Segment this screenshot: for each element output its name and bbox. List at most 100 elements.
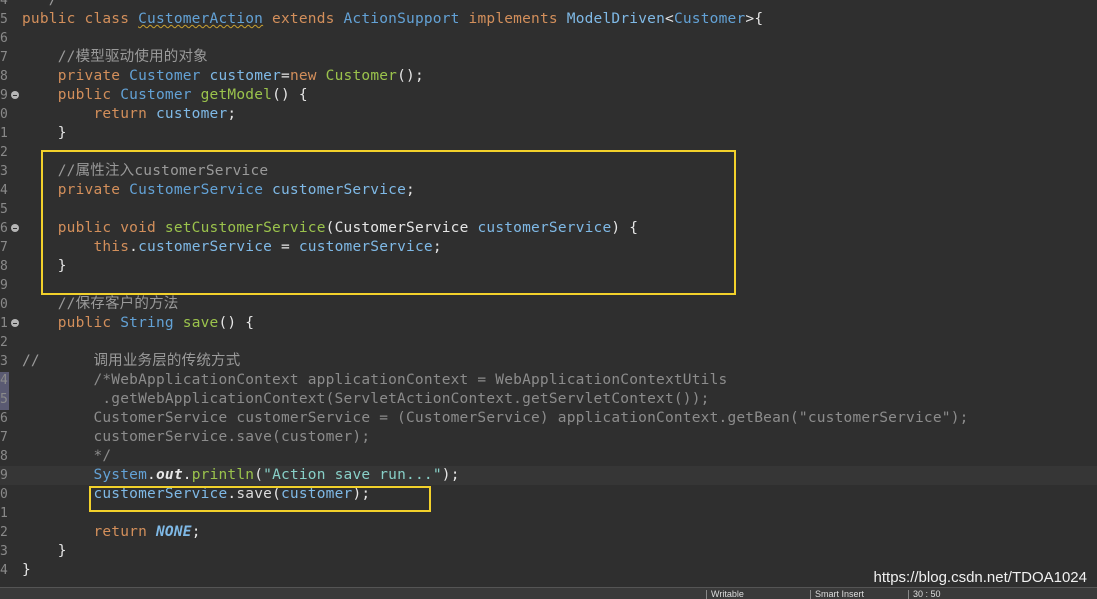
code-token: . [182,467,192,483]
code-line[interactable]: 4 /*WebApplicationContext applicationCon… [0,371,1097,390]
highlight-box-property-injection [41,150,736,295]
line-number: 8 [0,259,8,274]
line-number: 9 [0,468,8,483]
line-number: 2 [0,145,8,160]
code-line[interactable]: 7 //模型驱动使用的对象 [0,48,1097,67]
code-token: getModel [191,87,273,103]
watermark-text: https://blog.csdn.net/TDOA1024 [873,569,1087,586]
code-text: System.out.println("Action save run...")… [22,466,460,485]
code-line[interactable]: 5 .getWebApplicationContext(ServletActio… [0,390,1097,409]
code-line[interactable]: 7 customerService.save(customer); [0,428,1097,447]
line-number: 1 [0,506,8,521]
code-token: .getWebApplicationContext(ServletActionC… [22,391,710,407]
line-number: 4 [0,183,8,198]
code-token: /*WebApplicationContext applicationConte… [22,372,728,388]
code-text: } [22,124,67,143]
line-number: 5 [0,392,8,407]
line-number: 0 [0,297,8,312]
code-text: } [22,542,67,561]
line-number: 5 [0,202,8,217]
code-token: return [22,524,156,540]
code-token: CustomerService customerService = (Custo… [22,410,969,426]
code-token: implements [459,11,567,27]
code-token: CustomerAction [138,11,264,27]
code-line[interactable]: 9 public Customer getModel() { [0,86,1097,105]
code-token: NONE [155,524,192,540]
code-token: ( [254,467,264,483]
code-line[interactable]: 2 return NONE; [0,523,1097,542]
code-line[interactable]: 0 return customer; [0,105,1097,124]
code-token: extends [263,11,344,27]
line-number: 6 [0,411,8,426]
line-number: 3 [0,354,8,369]
code-editor[interactable]: 4 */ 5 public class CustomerAction extends… [0,0,1097,587]
code-line[interactable]: 4 */ [0,0,1097,10]
code-token: >{ [745,11,764,27]
code-text: public class CustomerAction extends Acti… [22,10,763,29]
code-line[interactable]: 0 //保存客户的方法 [0,295,1097,314]
status-bar: Writable Smart Insert 30 : 50 [0,587,1097,599]
line-number: 4 [0,373,8,388]
code-token: private [22,68,130,84]
code-token: customer [200,68,281,84]
code-token: customer [155,106,228,122]
line-number: 0 [0,487,8,502]
fold-collapse-icon[interactable] [11,319,19,327]
code-line[interactable]: 6 CustomerService customerService = (Cus… [0,409,1097,428]
code-token: () { [272,87,308,103]
code-token: Customer [325,68,398,84]
code-text: /*WebApplicationContext applicationConte… [22,371,727,390]
code-text: public String save() { [22,314,254,333]
code-token: } [22,543,67,559]
line-number: 1 [0,126,8,141]
line-number: 7 [0,430,8,445]
code-line[interactable]: 8 private Customer customer=new Customer… [0,67,1097,86]
code-token: ModelDriven [566,11,665,27]
code-token: = [281,68,290,84]
code-token: public class [22,11,139,27]
code-line[interactable]: 1 public String save() { [0,314,1097,333]
code-token: save [173,315,219,331]
fold-collapse-icon[interactable] [11,91,19,99]
code-text: private Customer customer=new Customer()… [22,67,424,86]
code-token: ; [191,524,201,540]
code-line[interactable]: 5 public class CustomerAction extends Act… [0,10,1097,29]
code-text: .getWebApplicationContext(ServletActionC… [22,390,710,409]
code-token: < [665,11,674,27]
code-token: . [147,467,156,483]
line-number: 3 [0,164,8,179]
code-line[interactable]: 1 } [0,124,1097,143]
code-text: */ [22,0,58,10]
code-token: (); [397,68,424,84]
code-text: } [22,561,31,580]
code-token: public [22,87,121,103]
code-token: // 调用业务层的传统方式 [22,353,241,369]
code-text: customerService.save(customer); [22,428,370,447]
line-number: 2 [0,335,8,350]
code-line[interactable]: 6 [0,29,1097,48]
code-token: ActionSupport [343,11,460,27]
code-token: return [22,106,156,122]
code-token: */ [22,0,58,8]
code-line[interactable]: 3 } [0,542,1097,561]
code-text: // 调用业务层的传统方式 [22,352,240,371]
fold-collapse-icon[interactable] [11,224,19,232]
code-token: System [22,467,148,483]
line-number: 7 [0,240,8,255]
line-number: 9 [0,278,8,293]
code-line[interactable]: 8 */ [0,447,1097,466]
code-token: "Action save run..." [263,467,442,483]
code-line[interactable]: 2 [0,333,1097,352]
line-number: 6 [0,31,8,46]
line-number: 3 [0,544,8,559]
line-number: 7 [0,50,8,65]
code-token: //保存客户的方法 [22,296,179,312]
code-line[interactable]: 3 // 调用业务层的传统方式 [0,352,1097,371]
code-token: new [289,68,326,84]
code-text: CustomerService customerService = (Custo… [22,409,969,428]
code-token: Customer [120,87,192,103]
code-token: ; [227,106,237,122]
code-text: public Customer getModel() { [22,86,308,105]
code-line[interactable]: 9 System.out.println("Action save run...… [0,466,1097,485]
line-number: 8 [0,69,8,84]
